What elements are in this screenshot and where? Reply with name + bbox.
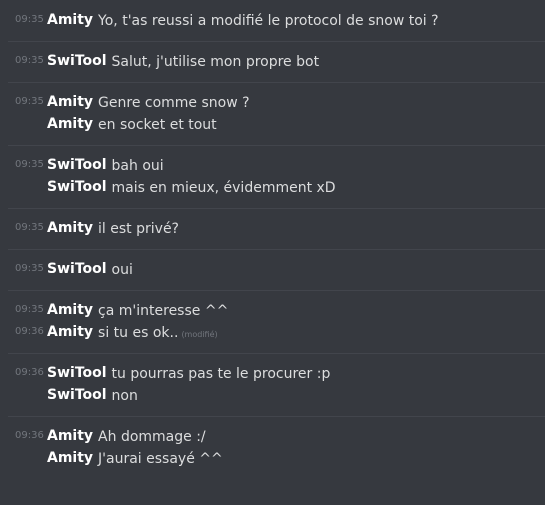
message-line: 09:36 Amity Ah dommage :/ [8,425,545,447]
message-group: 09:36 Amity Ah dommage :/ Amity J'aurai … [8,417,545,479]
author-name[interactable]: SwiTool [47,50,107,72]
message-line: Amity J'aurai essayé ^^ [8,447,545,469]
message-group: 09:35 Amity il est privé? [8,209,545,250]
message-text: il est privé? [98,221,179,237]
message-group: 09:35 SwiTool Salut, j'utilise mon propr… [8,42,545,83]
author-name[interactable]: Amity [47,9,93,31]
author-name[interactable]: Amity [47,91,93,113]
message-text: Ah dommage :/ [98,429,206,445]
author-name[interactable]: Amity [47,217,93,239]
author-name[interactable]: SwiTool [47,384,107,406]
author-name[interactable]: SwiTool [47,154,107,176]
message-text: si tu es ok.. [98,325,179,341]
author-name[interactable]: SwiTool [47,258,107,280]
message-line: 09:35 SwiTool bah oui [8,154,545,176]
message-group: 09:35 SwiTool bah oui SwiTool mais en mi… [8,146,545,209]
message-line: 09:36 Amity si tu es ok.. (modifié) [8,321,545,343]
message-text: Salut, j'utilise mon propre bot [111,54,320,70]
author-name[interactable]: Amity [47,299,93,321]
timestamp: 09:36 [15,430,44,441]
timestamp: 09:35 [15,304,44,315]
message-line: 09:35 Amity il est privé? [8,217,545,239]
timestamp: 09:35 [15,222,44,233]
message-group: 09:36 SwiTool tu pourras pas te le procu… [8,354,545,417]
message-text: en socket et tout [98,117,217,133]
message-group: 09:35 SwiTool oui [8,250,545,291]
message-line: 09:36 SwiTool tu pourras pas te le procu… [8,362,545,384]
message-group: 09:35 Amity Genre comme snow ? Amity en … [8,83,545,146]
chat-log: 09:35 Amity Yo, t'as reussi a modifié le… [0,0,545,505]
timestamp: 09:35 [15,96,44,107]
author-name[interactable]: Amity [47,425,93,447]
author-name[interactable]: SwiTool [47,362,107,384]
message-text: non [111,388,138,404]
message-line: SwiTool mais en mieux, évidemment xD [8,176,545,198]
author-name[interactable]: SwiTool [47,176,107,198]
timestamp: 09:35 [15,263,44,274]
message-line: 09:35 SwiTool Salut, j'utilise mon propr… [8,50,545,72]
author-name[interactable]: Amity [47,321,93,343]
timestamp: 09:36 [15,367,44,378]
message-group: 09:35 Amity ça m'interesse ^^ 09:36 Amit… [8,291,545,354]
timestamp: 09:35 [15,159,44,170]
message-line: 09:35 Amity Genre comme snow ? [8,91,545,113]
author-name[interactable]: Amity [47,113,93,135]
message-group: 09:35 Amity Yo, t'as reussi a modifié le… [8,0,545,42]
message-line: Amity en socket et tout [8,113,545,135]
message-text: Yo, t'as reussi a modifié le protocol de… [98,13,439,29]
message-text: ça m'interesse ^^ [98,303,229,319]
message-text: J'aurai essayé ^^ [98,451,223,467]
message-text: oui [111,262,133,278]
message-line: SwiTool non [8,384,545,406]
message-line: 09:35 Amity ça m'interesse ^^ [8,299,545,321]
timestamp: 09:35 [15,14,44,25]
timestamp: 09:36 [15,326,44,337]
message-text: bah oui [111,158,164,174]
message-line: 09:35 Amity Yo, t'as reussi a modifié le… [8,9,545,31]
timestamp: 09:35 [15,55,44,66]
message-text: tu pourras pas te le procurer :p [111,366,331,382]
message-text: mais en mieux, évidemment xD [111,180,336,196]
edited-marker: (modifié) [181,330,218,339]
message-line: 09:35 SwiTool oui [8,258,545,280]
author-name[interactable]: Amity [47,447,93,469]
message-text: Genre comme snow ? [98,95,250,111]
